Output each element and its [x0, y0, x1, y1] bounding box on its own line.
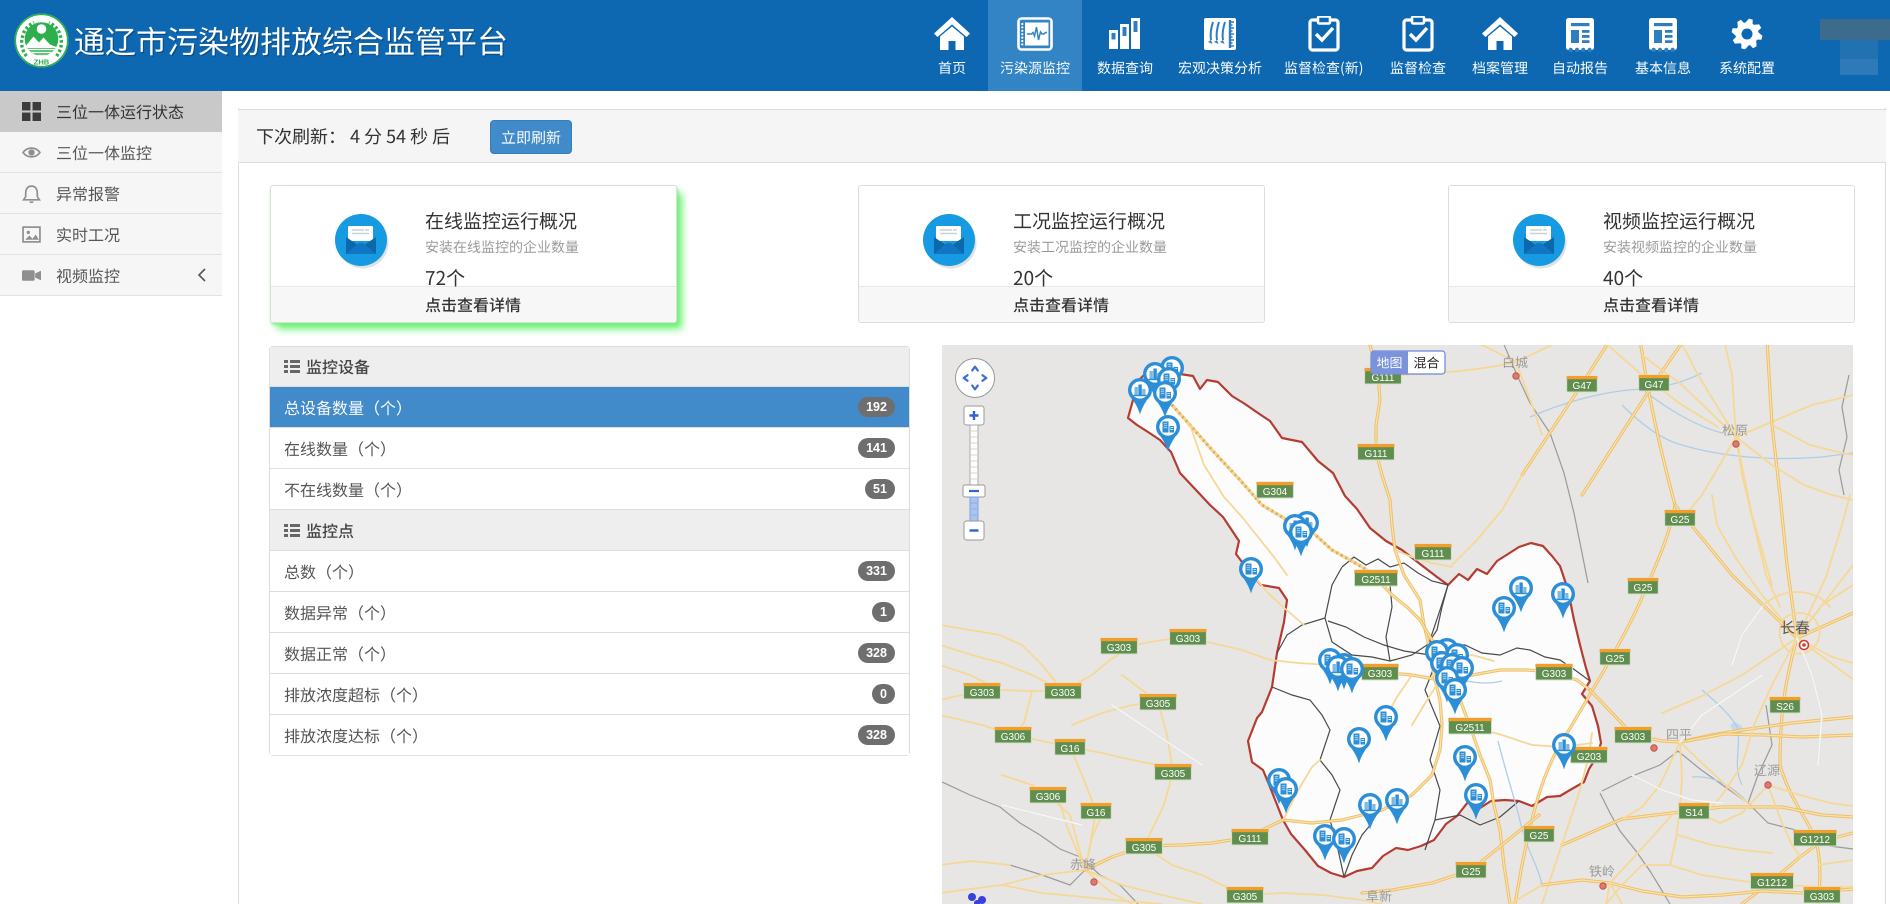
svg-text:G306: G306 [1001, 732, 1026, 743]
svg-text:G303: G303 [1107, 643, 1132, 654]
svg-text:G16: G16 [1087, 808, 1106, 819]
svg-text:G303: G303 [1051, 688, 1076, 699]
svg-text:G47: G47 [1645, 380, 1664, 391]
svg-text:G25: G25 [1530, 831, 1549, 842]
svg-text:G111: G111 [1239, 834, 1262, 845]
svg-text:G2511: G2511 [1455, 723, 1485, 734]
svg-text:G305: G305 [1233, 892, 1258, 903]
svg-text:G25: G25 [1462, 867, 1481, 878]
svg-text:G47: G47 [1573, 381, 1592, 392]
svg-text:G111: G111 [1365, 449, 1388, 460]
svg-text:G303: G303 [1810, 892, 1835, 903]
svg-text:G303: G303 [1542, 669, 1567, 680]
svg-text:G303: G303 [1176, 634, 1201, 645]
svg-text:S14: S14 [1685, 808, 1703, 819]
svg-text:G1212: G1212 [1757, 878, 1787, 889]
svg-text:G305: G305 [1132, 843, 1157, 854]
svg-text:G303: G303 [970, 688, 995, 699]
svg-text:G25: G25 [1606, 654, 1625, 665]
svg-text:G25: G25 [1671, 515, 1690, 526]
svg-text:G1212: G1212 [1800, 835, 1830, 846]
svg-text:G304: G304 [1263, 487, 1288, 498]
svg-text:G111: G111 [1422, 549, 1445, 560]
svg-text:G305: G305 [1146, 699, 1171, 710]
svg-text:G303: G303 [1368, 669, 1393, 680]
svg-text:G306: G306 [1036, 792, 1061, 803]
svg-text:G2511: G2511 [1361, 575, 1391, 586]
svg-text:G111: G111 [1372, 373, 1395, 384]
svg-text:S26: S26 [1776, 702, 1794, 713]
svg-text:G16: G16 [1061, 744, 1080, 755]
svg-text:G25: G25 [1634, 583, 1653, 594]
svg-text:G303: G303 [1621, 732, 1646, 743]
svg-text:ZHB: ZHB [34, 58, 50, 67]
svg-text:G203: G203 [1577, 752, 1602, 763]
svg-text:G305: G305 [1161, 769, 1186, 780]
